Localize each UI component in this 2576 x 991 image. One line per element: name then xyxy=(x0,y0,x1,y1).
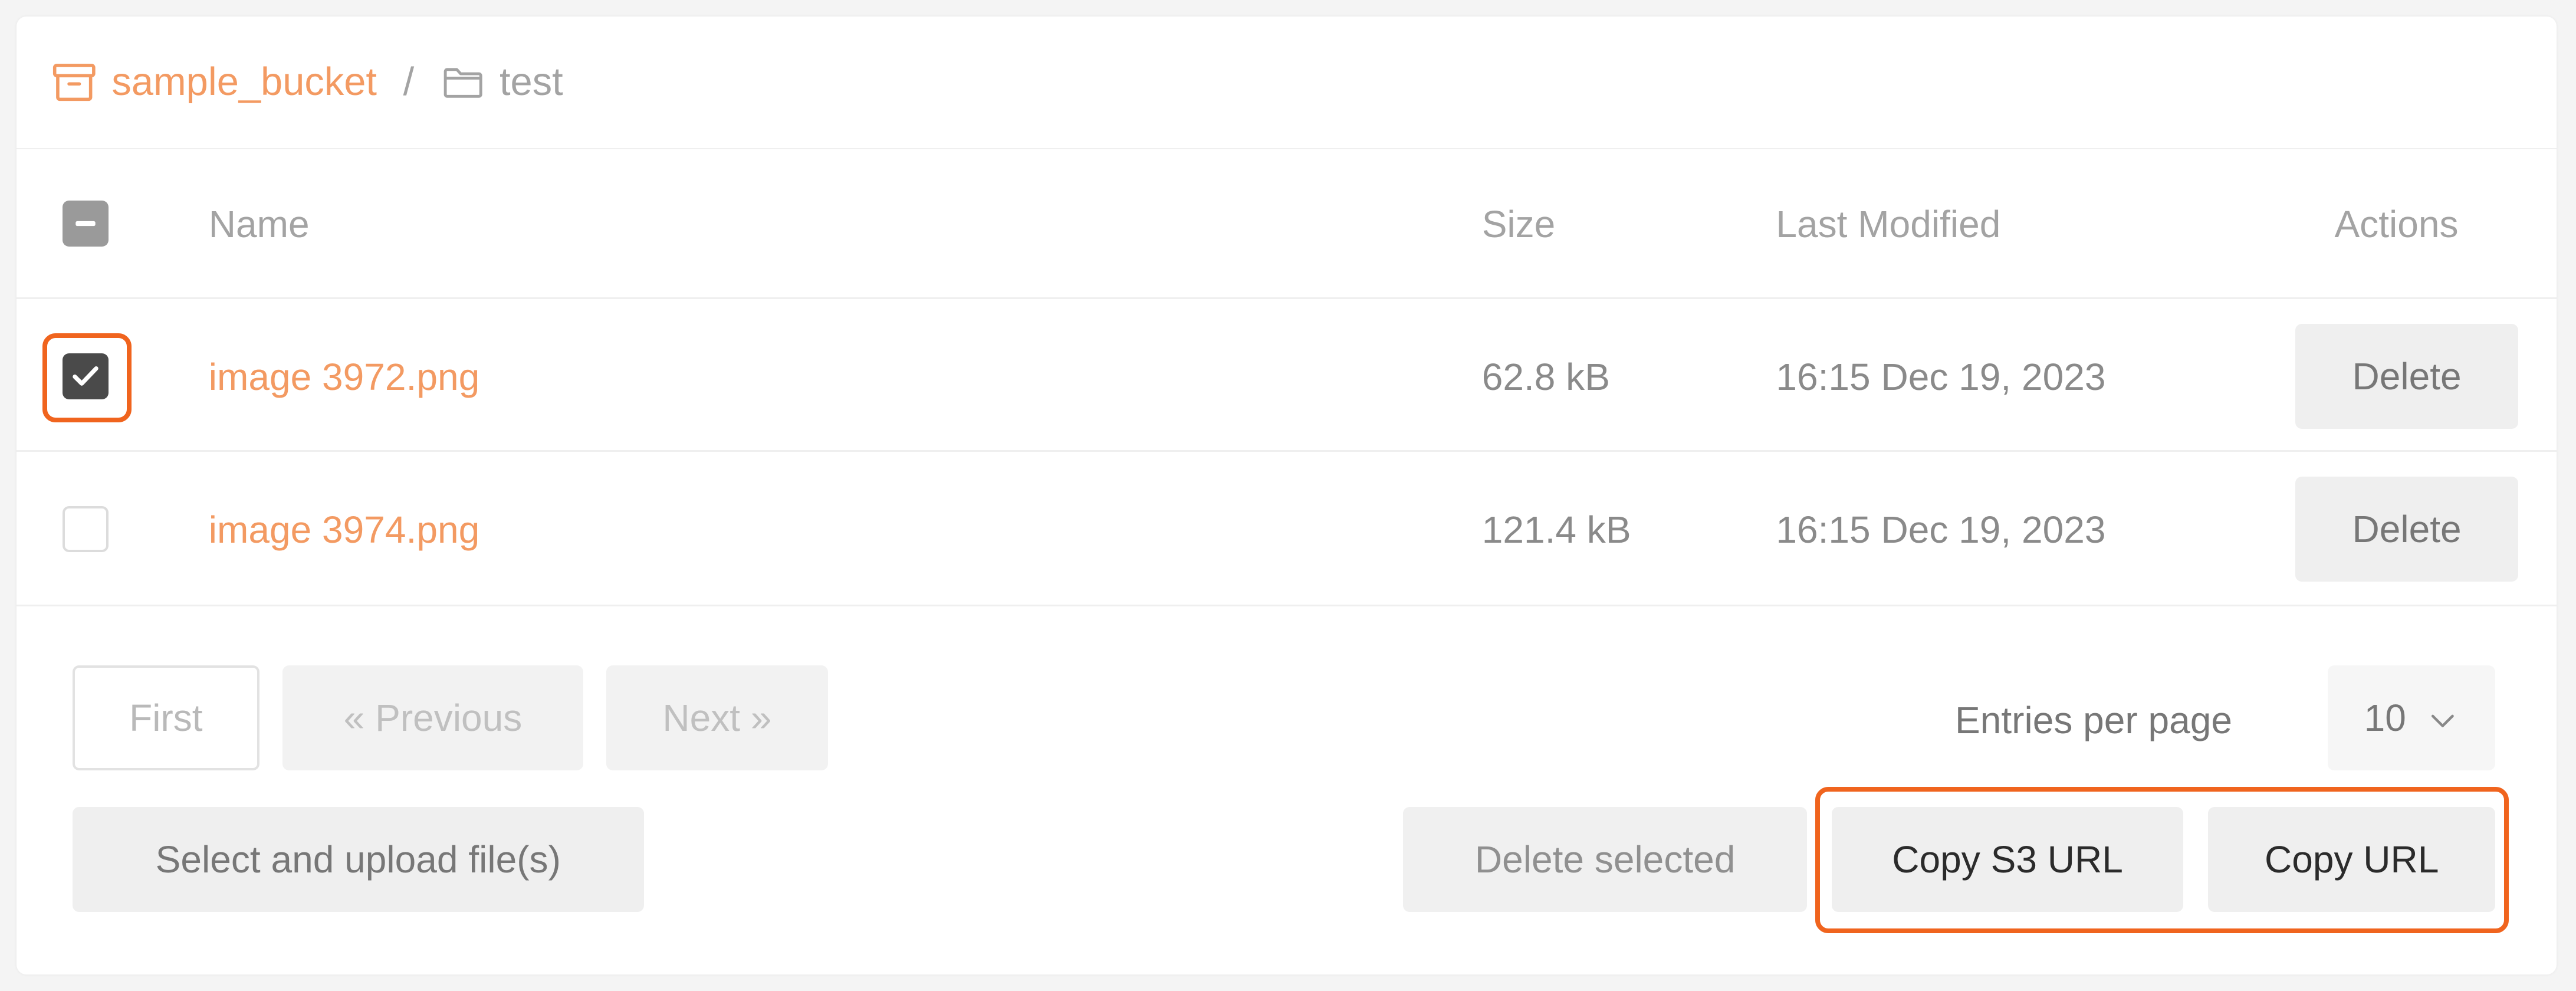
upload-files-button[interactable]: Select and upload file(s) xyxy=(72,806,644,913)
chevron-down-icon xyxy=(2426,701,2459,734)
entries-per-page-select[interactable]: 10 xyxy=(2328,665,2496,771)
checkmark-icon xyxy=(73,366,98,386)
file-browser-card: sample_bucket / test Name Size Last Modi… xyxy=(16,16,2557,974)
divider xyxy=(16,297,2557,299)
column-header-name[interactable]: Name xyxy=(209,205,310,243)
file-size: 121.4 kB xyxy=(1481,508,1631,552)
file-name-link[interactable]: image 3972.png xyxy=(209,358,479,396)
copy-url-button[interactable]: Copy URL xyxy=(2207,806,2496,913)
previous-page-button[interactable]: « Previous xyxy=(282,665,583,771)
breadcrumb-folder: test xyxy=(499,59,563,104)
delete-selected-button[interactable]: Delete selected xyxy=(1402,806,1808,913)
breadcrumb-bucket-link[interactable]: sample_bucket xyxy=(111,62,377,102)
next-page-button[interactable]: Next » xyxy=(606,665,828,771)
row-checkbox[interactable] xyxy=(62,506,109,552)
file-last-modified: 16:15 Dec 19, 2023 xyxy=(1776,356,2106,399)
divider xyxy=(16,605,2557,606)
entries-per-page-value: 10 xyxy=(2364,697,2406,740)
divider xyxy=(16,147,2557,150)
breadcrumb: sample_bucket / test xyxy=(50,56,563,109)
file-size: 62.8 kB xyxy=(1481,356,1610,399)
entries-per-page-label: Entries per page xyxy=(1954,699,2233,742)
divider xyxy=(16,450,2557,452)
row-checkbox[interactable] xyxy=(62,353,109,399)
archive-box-icon xyxy=(50,57,99,107)
column-header-last-modified[interactable]: Last Modified xyxy=(1776,205,2000,243)
file-name-link[interactable]: image 3974.png xyxy=(209,511,479,549)
column-header-size[interactable]: Size xyxy=(1482,205,1556,243)
first-page-button[interactable]: First xyxy=(72,665,260,771)
copy-s3-url-button[interactable]: Copy S3 URL xyxy=(1832,806,2184,913)
breadcrumb-separator: / xyxy=(403,59,415,104)
delete-file-button[interactable]: Delete xyxy=(2295,476,2519,582)
folder-icon xyxy=(441,59,487,105)
file-last-modified: 16:15 Dec 19, 2023 xyxy=(1776,508,2106,552)
delete-file-button[interactable]: Delete xyxy=(2295,323,2519,429)
column-header-actions: Actions xyxy=(2334,203,2459,246)
select-all-checkbox[interactable] xyxy=(62,200,109,247)
